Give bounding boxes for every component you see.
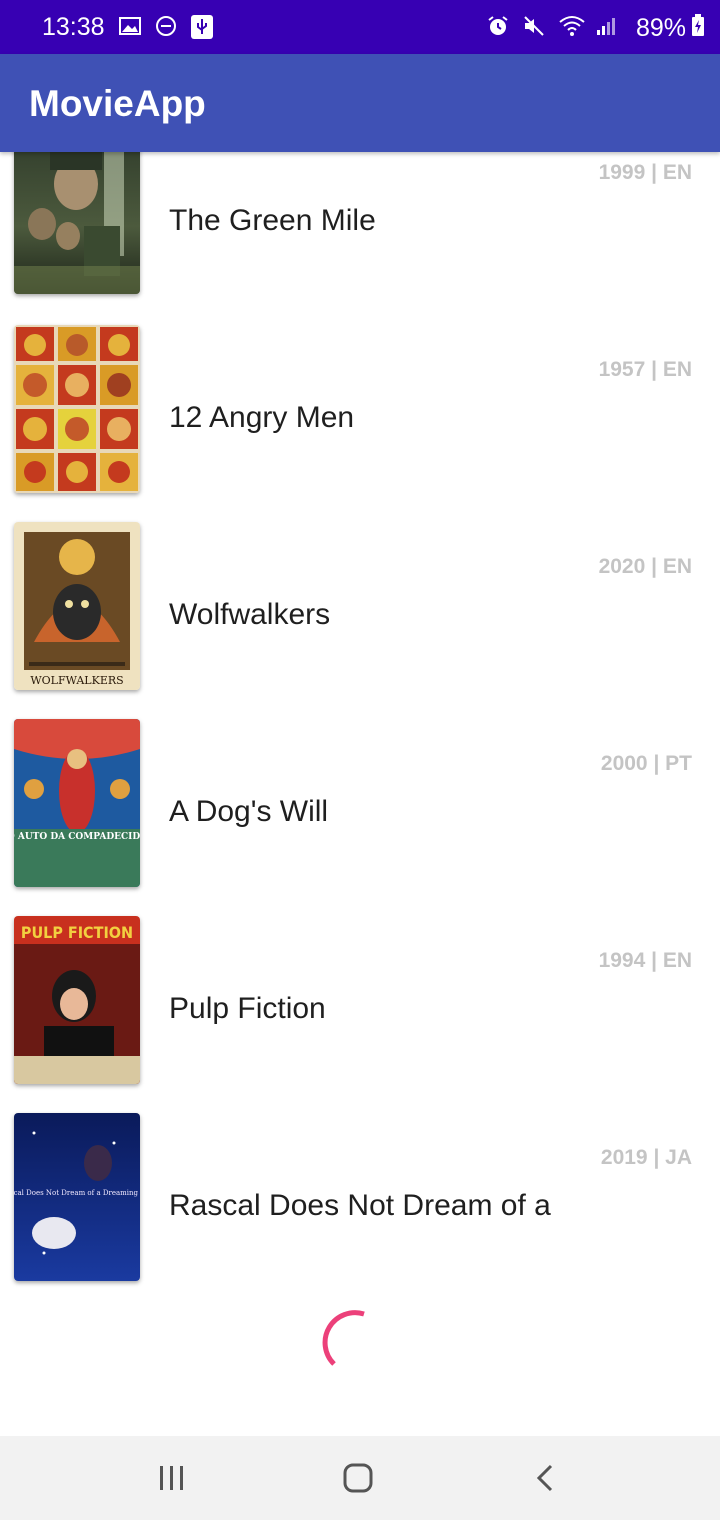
movie-meta: 1999 | EN: [598, 161, 692, 184]
movie-title: A Dog's Will: [169, 795, 329, 828]
movie-meta: 2019 | JA: [600, 1146, 692, 1169]
movie-title: Pulp Fiction: [169, 992, 326, 1025]
wifi-icon: [558, 14, 585, 40]
movie-list[interactable]: 1999 | EN The Green Mile 1957 | EN 12 An…: [0, 152, 720, 1292]
back-icon[interactable]: [526, 1458, 566, 1498]
movie-list-item[interactable]: PULP FICTION 1994 | EN Pulp Fiction: [0, 914, 720, 1111]
image-icon: [118, 14, 144, 40]
movie-list-item[interactable]: O AUTO DA COMPADECIDA 2000 | PT A Dog's …: [0, 717, 720, 914]
status-time: 13:38: [42, 13, 105, 41]
recent-apps-icon[interactable]: [152, 1458, 192, 1498]
the-green-mile-poster: [14, 152, 140, 294]
movie-meta: 1957 | EN: [598, 358, 692, 381]
movie-meta: 1994 | EN: [598, 949, 692, 972]
navigation-bar: [0, 1436, 720, 1520]
alarm-icon: [486, 14, 512, 40]
movie-list-item[interactable]: 1999 | EN The Green Mile: [0, 152, 720, 323]
12-angry-men-poster: [14, 325, 140, 493]
rascal-poster-text: Rascal Does Not Dream of a Dreaming Girl: [14, 1189, 140, 1197]
battery-percent: 89%: [635, 14, 686, 42]
battery-icon: [690, 13, 706, 44]
movie-title: The Green Mile: [169, 204, 376, 237]
movie-meta: 2000 | PT: [600, 752, 692, 775]
movie-title: Wolfwalkers: [169, 598, 331, 631]
loading-spinner: [322, 1308, 394, 1380]
movie-list-item[interactable]: WOLFWALKERS 2020 | EN Wolfwalkers: [0, 520, 720, 717]
a-dogs-will-poster: O AUTO DA COMPADECIDA: [14, 719, 140, 887]
a-dogs-will-poster-text: O AUTO DA COMPADECIDA: [14, 832, 140, 842]
mute-icon: [522, 14, 548, 40]
movie-list-item[interactable]: 1957 | EN 12 Angry Men: [0, 323, 720, 520]
wolfwalkers-poster: WOLFWALKERS: [14, 522, 140, 690]
signal-icon: [594, 14, 620, 40]
pulp-fiction-poster-text: PULP FICTION: [21, 923, 133, 942]
wolfwalkers-poster-text: WOLFWALKERS: [30, 674, 123, 687]
pulp-fiction-poster: PULP FICTION: [14, 916, 140, 1084]
movie-list-item[interactable]: Rascal Does Not Dream of a Dreaming Girl…: [0, 1111, 720, 1292]
do-not-disturb-icon: [154, 14, 180, 40]
movie-title: 12 Angry Men: [169, 401, 355, 434]
app-bar: MovieApp: [0, 54, 720, 152]
home-icon[interactable]: [338, 1458, 378, 1498]
status-bar: 13:38 89%: [0, 0, 720, 54]
app-title: MovieApp: [29, 83, 206, 124]
usb-icon: [190, 14, 216, 40]
movie-meta: 2020 | EN: [598, 555, 692, 578]
movie-title: Rascal Does Not Dream of a: [169, 1189, 551, 1222]
rascal-poster: Rascal Does Not Dream of a Dreaming Girl: [14, 1113, 140, 1281]
